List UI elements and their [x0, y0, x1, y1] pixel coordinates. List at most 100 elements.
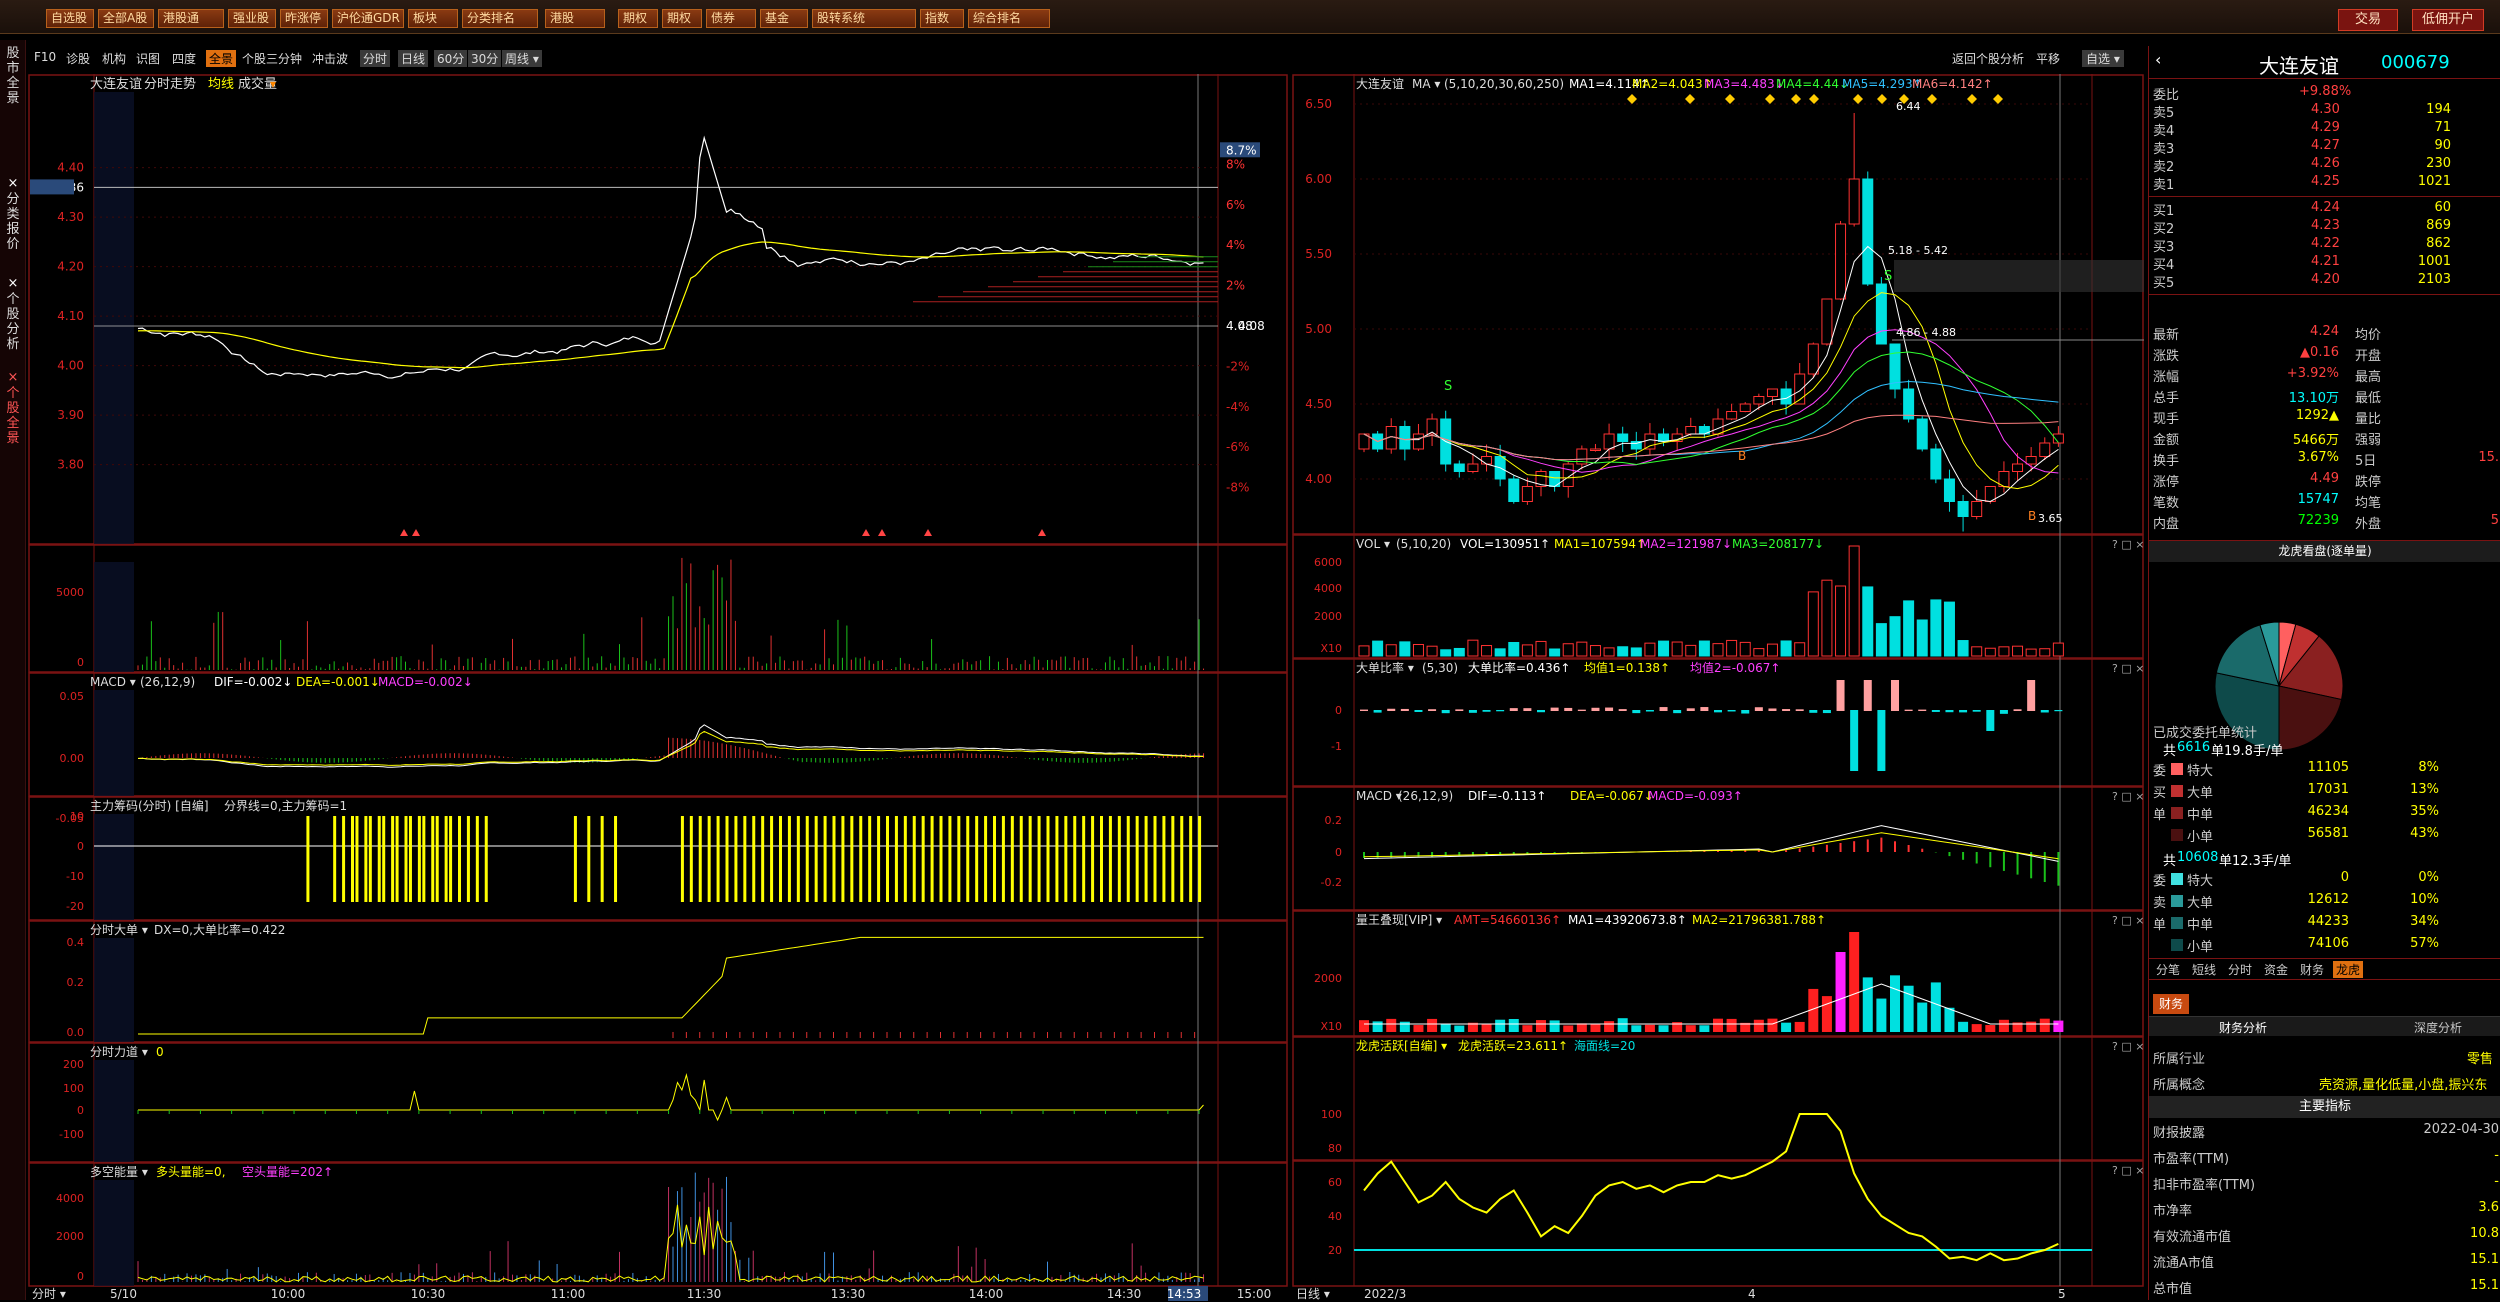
- zl-bar-79: [1144, 816, 1148, 902]
- zl-bar-5: [377, 816, 381, 902]
- toolbar-item-12[interactable]: 周线 ▾: [502, 50, 542, 67]
- zl-bar-67: [1037, 816, 1041, 902]
- quote-tab-1[interactable]: 短线: [2189, 961, 2219, 978]
- toolbar-item-7[interactable]: 冲击波: [312, 50, 348, 67]
- kvol-bar-27: [1726, 639, 1738, 657]
- kdd-bar-3: [1400, 708, 1409, 711]
- topbar-button-11[interactable]: 债券: [706, 9, 756, 28]
- close-icon[interactable]: ×: [2, 370, 24, 385]
- open-account-button[interactable]: 低佣开户: [2412, 9, 2484, 31]
- candle-body-11: [1508, 478, 1520, 502]
- candle-body-37: [1862, 178, 1874, 285]
- topbar-button-13[interactable]: 股转系统: [812, 9, 916, 28]
- trade-button[interactable]: 交易: [2338, 9, 2398, 31]
- kdd-params: (5,30): [1422, 661, 1458, 675]
- topbar-button-1[interactable]: 全部A股: [98, 9, 154, 28]
- lw-bar-35: [1835, 952, 1846, 1032]
- kdd-title: 大单比率 ▾: [1356, 660, 1414, 675]
- stat-label-6: 换手: [2153, 454, 2180, 469]
- buy-swatch-2: [2171, 807, 2183, 819]
- topbar-button-10[interactable]: 期权: [662, 9, 702, 28]
- toolbar-right-1[interactable]: 平移: [2036, 50, 2060, 67]
- topbar-button-8[interactable]: 港股: [545, 9, 605, 28]
- toolbar-item-6[interactable]: 个股三分钟: [242, 50, 302, 67]
- zl-bar-39: [787, 816, 791, 902]
- quote-tab-0[interactable]: 分笔: [2153, 961, 2183, 978]
- toolbar-right-0[interactable]: 返回个股分析: [1952, 50, 2024, 67]
- topbar-button-15[interactable]: 综合排名: [968, 9, 1050, 28]
- topbar-button-6[interactable]: 板块: [408, 9, 458, 28]
- topbar-button-7[interactable]: 分类排名: [462, 9, 538, 28]
- tab-stock-analysis[interactable]: 个股分析: [2, 292, 24, 352]
- sell-side-2: 单: [2153, 918, 2167, 933]
- candle-body-40: [1903, 388, 1915, 420]
- zl-bar-32: [725, 816, 729, 902]
- dd-title: 分时大单 ▾: [90, 923, 148, 937]
- kvol-bar-20: [1630, 647, 1642, 657]
- tab-market-overview[interactable]: 股市全景: [2, 46, 24, 106]
- topbar-button-3[interactable]: 强业股: [228, 9, 276, 28]
- quote-tab-5[interactable]: 龙虎: [2333, 961, 2364, 978]
- quote-tab-4[interactable]: 财务: [2297, 961, 2327, 978]
- buy-type-2: 中单: [2187, 808, 2214, 823]
- tab-deep-analysis[interactable]: 深度分析: [2414, 1019, 2462, 1036]
- candle-body-44: [1957, 501, 1969, 517]
- tab-finance-analysis[interactable]: 财务分析: [2219, 1019, 2267, 1036]
- toolbar-item-1[interactable]: 诊股: [66, 50, 90, 67]
- lw-bar-47: [1998, 1019, 2009, 1032]
- up-marker-3: [878, 529, 886, 536]
- zl-bar-63: [1001, 816, 1005, 902]
- topbar-button-14[interactable]: 指数: [920, 9, 964, 28]
- zl-bar-15: [444, 816, 448, 902]
- buy-pct-0: 8%: [2418, 760, 2439, 775]
- toolbar-item-4[interactable]: 四度: [172, 50, 196, 67]
- buy-amount-0: 11105: [2307, 760, 2349, 775]
- close-icon[interactable]: ×: [2, 176, 24, 191]
- zl-bar-27: [680, 816, 684, 902]
- topbar-button-2[interactable]: 港股通: [158, 9, 224, 28]
- zl-bar-4: [368, 816, 372, 902]
- topbar-button-5[interactable]: 沪伦通GDR: [332, 9, 404, 28]
- quote-tab-2[interactable]: 分时: [2225, 961, 2255, 978]
- stat-value-9: 72239: [2297, 513, 2339, 528]
- kvol-bar-37: [1862, 586, 1874, 657]
- quote-tab-3[interactable]: 资金: [2261, 961, 2291, 978]
- topbar-button-12[interactable]: 基金: [760, 9, 808, 28]
- kvol-bar-32: [1794, 642, 1806, 657]
- kvol-bar-1: [1372, 640, 1384, 657]
- topbar-button-9[interactable]: 期权: [618, 9, 658, 28]
- toolbar-item-9[interactable]: 日线: [398, 50, 429, 67]
- toolbar-item-10[interactable]: 60分: [434, 50, 468, 67]
- sell-type-3: 小单: [2187, 940, 2214, 955]
- toolbar-item-5[interactable]: 全景: [206, 50, 237, 67]
- kpanel-frame-4: [1292, 910, 2144, 1037]
- ma-value-2: MA3=4.483↓: [1704, 77, 1785, 91]
- topbar-button-0[interactable]: 自选股: [46, 9, 94, 28]
- zl-bar-51: [894, 816, 898, 902]
- toolbar-item-8[interactable]: 分时: [360, 50, 391, 67]
- toolbar-item-3[interactable]: 识图: [136, 50, 160, 67]
- kvol-tick-2: 2000: [1314, 610, 1342, 623]
- zl-bar-49: [877, 816, 881, 902]
- buy-type-0: 特大: [2187, 764, 2214, 779]
- back-icon[interactable]: ‹: [2155, 50, 2161, 69]
- stat-value-1: ▲0.16: [2300, 345, 2339, 360]
- kprice-tick-5: 4.00: [1305, 472, 1332, 486]
- ld-tick-0: 200: [63, 1058, 84, 1071]
- tab-stock-panorama[interactable]: 个股全景: [2, 386, 24, 446]
- tab-finance-active[interactable]: 财务: [2153, 994, 2189, 1014]
- kvol-bar-0: [1358, 645, 1370, 657]
- stat-value-3: 13.10万: [2288, 391, 2339, 406]
- tab-category-quote[interactable]: 分类报价: [2, 192, 24, 252]
- toolbar-item-0[interactable]: F10: [34, 50, 56, 64]
- toolbar-right-2[interactable]: 自选 ▾: [2082, 50, 2124, 67]
- toolbar-item-11[interactable]: 30分: [468, 50, 502, 67]
- kvol-bar-25: [1698, 640, 1710, 657]
- topbar-button-4[interactable]: 昨涨停: [280, 9, 328, 28]
- close-icon[interactable]: ×: [2, 276, 24, 291]
- ld-title: 分时力道 ▾: [90, 1045, 148, 1059]
- toolbar-item-2[interactable]: 机构: [102, 50, 126, 67]
- kvol-bar-26: [1712, 643, 1724, 657]
- finance-subtabs: 财务分析 深度分析: [2149, 1016, 2500, 1036]
- price-marker-box: [30, 179, 74, 195]
